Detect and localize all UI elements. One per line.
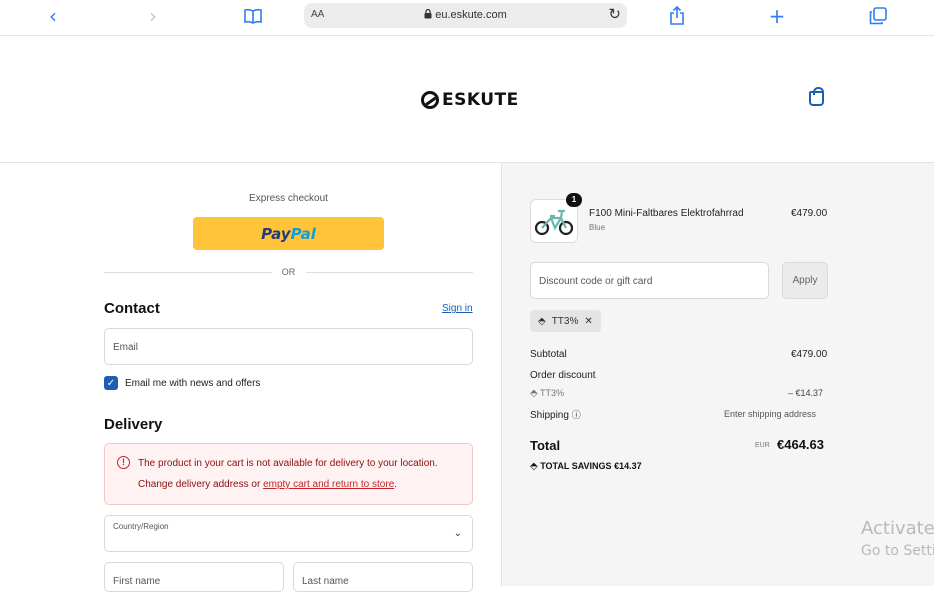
subtotal-label: Subtotal [530, 349, 567, 360]
activate-line-1: Activate [861, 518, 934, 539]
error-message: The product in your cart is not availabl… [138, 458, 438, 469]
delivery-heading: Delivery [104, 416, 163, 433]
tag-icon: ⬘ [530, 388, 538, 399]
browser-toolbar: ‹ › AA eu.eskute.com ↻ + [0, 0, 934, 36]
country-select[interactable]: Country/Region ⌄ [104, 515, 473, 552]
last-name-label: Last name [302, 576, 349, 587]
share-icon [670, 6, 684, 25]
tabs-button[interactable] [865, 5, 891, 27]
contact-heading: Contact [104, 300, 160, 317]
discount-code: TT3% [540, 388, 565, 398]
chevron-left-icon: ‹ [49, 4, 57, 28]
product-variant: Blue [589, 223, 606, 232]
shipping-label: Shipping ⓘ [530, 408, 581, 421]
total-value: €464.63 [777, 437, 824, 452]
lock-icon [424, 8, 432, 19]
share-button[interactable] [664, 5, 690, 27]
discount-code-input[interactable]: Discount code or gift card [530, 262, 769, 299]
alert-circle-icon: ! [117, 456, 130, 469]
site-header: ESKUTE [0, 37, 934, 163]
url-value: eu.eskute.com [435, 9, 507, 21]
product-price: €479.00 [791, 208, 828, 219]
discount-placeholder: Discount code or gift card [539, 276, 653, 287]
savings-label: TOTAL SAVINGS [540, 461, 612, 471]
paypal-pay-text: Pay [261, 224, 291, 243]
shipping-text: Shipping [530, 410, 569, 421]
brand-name: ESKUTE [442, 90, 519, 110]
email-placeholder: Email [113, 342, 139, 353]
currency-code: EUR [755, 442, 770, 449]
brand-logo[interactable]: ESKUTE [421, 90, 519, 110]
first-name-field[interactable]: First name [104, 562, 284, 592]
error-action-suffix: . [394, 479, 398, 490]
or-label: OR [271, 266, 306, 278]
activate-windows-watermark: Activate Go to Setti [861, 517, 934, 563]
order-discount-label: Order discount [530, 370, 596, 381]
back-button[interactable]: ‹ [40, 4, 66, 28]
subtotal-value: €479.00 [791, 349, 828, 360]
chevron-right-icon: › [149, 4, 157, 28]
quantity-badge: 1 [566, 193, 582, 207]
forward-button[interactable]: › [140, 4, 166, 28]
url-text: eu.eskute.com [304, 8, 627, 21]
country-label: Country/Region [113, 522, 169, 531]
email-field[interactable]: Email [104, 328, 473, 365]
product-name: F100 Mini-Faltbares Elektrofahrrad [589, 208, 744, 219]
bookmarks-button[interactable] [240, 5, 266, 27]
chevron-down-icon: ⌄ [453, 528, 462, 539]
book-icon [244, 8, 262, 24]
or-divider: OR [104, 266, 473, 278]
express-checkout-label: Express checkout [249, 193, 328, 204]
total-savings-row: ⬘ TOTAL SAVINGS €14.37 [530, 461, 642, 472]
tag-icon: ⬘ [530, 461, 538, 472]
empty-cart-link[interactable]: empty cart and return to store [263, 479, 394, 490]
activate-line-2: Go to Setti [861, 543, 934, 559]
error-action-prefix: Change delivery address or [138, 479, 261, 490]
apply-button[interactable]: Apply [782, 262, 828, 299]
checkout-form: Express checkout Pay Pal OR Contact Sign … [0, 163, 501, 592]
logo-mark-icon [421, 91, 439, 109]
discount-value: – €14.37 [788, 388, 824, 398]
tag-icon: ⬘ [538, 315, 546, 327]
savings-value: €14.37 [614, 461, 642, 471]
newsletter-row[interactable]: ✓ Email me with news and offers [104, 376, 260, 390]
applied-code: TT3% [551, 315, 579, 327]
paypal-button[interactable]: Pay Pal [193, 217, 384, 250]
newsletter-checkbox[interactable]: ✓ [104, 376, 118, 390]
newsletter-label: Email me with news and offers [125, 377, 261, 389]
close-icon[interactable]: ✕ [584, 316, 592, 327]
first-name-label: First name [113, 576, 161, 587]
check-icon: ✓ [106, 377, 116, 389]
total-label: Total [530, 438, 561, 453]
applied-code-chip: ⬘ TT3% ✕ [530, 310, 601, 332]
error-action-text: Change delivery address or empty cart an… [138, 479, 397, 490]
discount-code-row: ⬘ TT3% [530, 388, 564, 399]
plus-icon: + [768, 4, 786, 28]
shipping-value: Enter shipping address [724, 409, 817, 419]
delivery-error-banner: ! The product in your cart is not availa… [104, 443, 473, 505]
help-circle-icon[interactable]: ⓘ [572, 411, 581, 421]
bag-icon[interactable] [809, 87, 824, 106]
tabs-icon [869, 7, 887, 25]
address-bar[interactable]: AA eu.eskute.com ↻ [304, 3, 627, 28]
reload-icon[interactable]: ↻ [608, 5, 621, 23]
new-tab-button[interactable]: + [764, 4, 790, 28]
sign-in-link[interactable]: Sign in [442, 303, 473, 314]
paypal-pal-text: Pal [290, 224, 316, 243]
last-name-field[interactable]: Last name [293, 562, 473, 592]
